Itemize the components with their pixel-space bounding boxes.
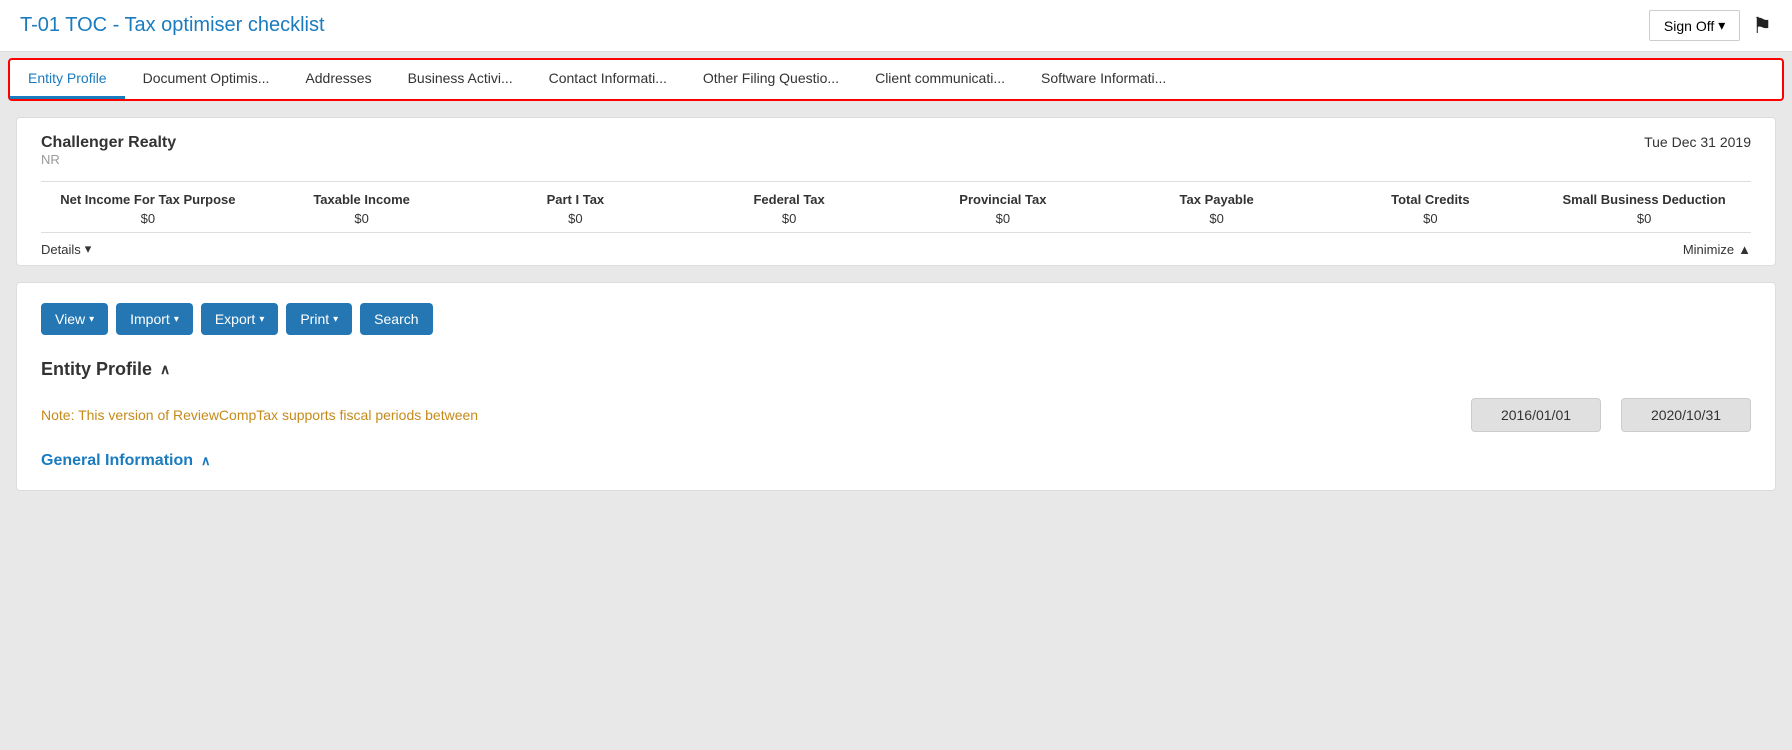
tax-col-value: $0 xyxy=(469,211,683,226)
general-info-chevron: ∧ xyxy=(201,453,211,469)
view-label: View xyxy=(55,311,85,327)
tab-entity-profile[interactable]: Entity Profile xyxy=(10,60,125,99)
tax-col-label: Provincial Tax xyxy=(896,192,1110,207)
print-caret: ▾ xyxy=(333,314,338,325)
print-label: Print xyxy=(300,311,329,327)
tax-col-label: Total Credits xyxy=(1324,192,1538,207)
minimize-label: Minimize xyxy=(1683,242,1734,257)
top-right: Sign Off ▾ ⚑ xyxy=(1649,10,1772,41)
minimize-button[interactable]: Minimize ▲ xyxy=(1683,241,1751,257)
tax-col-federal-tax: Federal Tax $0 xyxy=(682,192,896,226)
tax-col-label: Part I Tax xyxy=(469,192,683,207)
tax-col-small-business-deduction: Small Business Deduction $0 xyxy=(1537,192,1751,226)
tax-col-value: $0 xyxy=(1110,211,1324,226)
tab-business-activi[interactable]: Business Activi... xyxy=(390,60,531,99)
toolbar: View ▾ Import ▾ Export ▾ Print ▾ Search xyxy=(41,303,1751,335)
tax-col-value: $0 xyxy=(896,211,1110,226)
details-caret: ▾ xyxy=(85,241,92,257)
export-button[interactable]: Export ▾ xyxy=(201,303,279,335)
tax-col-value: $0 xyxy=(255,211,469,226)
export-label: Export xyxy=(215,311,255,327)
note-text: Note: This version of ReviewCompTax supp… xyxy=(41,407,1451,423)
entity-profile-title-text: Entity Profile xyxy=(41,359,152,380)
search-label: Search xyxy=(374,311,418,327)
tax-col-label: Taxable Income xyxy=(255,192,469,207)
content-card: View ▾ Import ▾ Export ▾ Print ▾ Search Entity P… xyxy=(16,282,1776,491)
search-button[interactable]: Search xyxy=(360,303,432,335)
summary-footer: Details ▾ Minimize ▲ xyxy=(41,232,1751,265)
import-label: Import xyxy=(130,311,170,327)
tab-client-communicati[interactable]: Client communicati... xyxy=(857,60,1023,99)
tax-col-value: $0 xyxy=(682,211,896,226)
tab-other-filing-questio[interactable]: Other Filing Questio... xyxy=(685,60,857,99)
view-button[interactable]: View ▾ xyxy=(41,303,108,335)
import-button[interactable]: Import ▾ xyxy=(116,303,193,335)
tab-addresses[interactable]: Addresses xyxy=(287,60,389,99)
summary-header: Challenger Realty NR Tue Dec 31 2019 xyxy=(41,134,1751,179)
company-subtitle: NR xyxy=(41,152,176,167)
export-caret: ▾ xyxy=(259,314,264,325)
summary-card: Challenger Realty NR Tue Dec 31 2019 Net… xyxy=(16,117,1776,266)
general-info-section-title: General Information ∧ xyxy=(41,452,1751,470)
tab-contact-informati[interactable]: Contact Informati... xyxy=(531,60,685,99)
main-content: Challenger Realty NR Tue Dec 31 2019 Net… xyxy=(0,107,1792,501)
details-button[interactable]: Details ▾ xyxy=(41,241,91,257)
app-title: T-01 TOC - Tax optimiser checklist xyxy=(20,14,325,37)
tax-col-part-i-tax: Part I Tax $0 xyxy=(469,192,683,226)
company-name: Challenger Realty xyxy=(41,134,176,152)
tax-col-taxable-income: Taxable Income $0 xyxy=(255,192,469,226)
print-button[interactable]: Print ▾ xyxy=(286,303,352,335)
tax-col-label: Small Business Deduction xyxy=(1537,192,1751,207)
summary-left: Challenger Realty NR xyxy=(41,134,176,179)
view-caret: ▾ xyxy=(89,314,94,325)
tax-col-value: $0 xyxy=(1324,211,1538,226)
sign-off-label: Sign Off xyxy=(1664,18,1714,34)
date-from-badge: 2016/01/01 xyxy=(1471,398,1601,432)
tax-summary-row: Net Income For Tax Purpose $0Taxable Inc… xyxy=(41,181,1751,226)
tab-document-optimis[interactable]: Document Optimis... xyxy=(125,60,288,99)
minimize-caret: ▲ xyxy=(1738,242,1751,257)
details-label: Details xyxy=(41,242,81,257)
sign-off-button[interactable]: Sign Off ▾ xyxy=(1649,10,1740,41)
top-bar: T-01 TOC - Tax optimiser checklist Sign … xyxy=(0,0,1792,52)
note-row: Note: This version of ReviewCompTax supp… xyxy=(41,398,1751,432)
tax-col-label: Net Income For Tax Purpose xyxy=(41,192,255,207)
tax-col-tax-payable: Tax Payable $0 xyxy=(1110,192,1324,226)
tax-col-value: $0 xyxy=(1537,211,1751,226)
import-caret: ▾ xyxy=(174,314,179,325)
tab-software-informati[interactable]: Software Informati... xyxy=(1023,60,1184,99)
tax-col-total-credits: Total Credits $0 xyxy=(1324,192,1538,226)
entity-profile-chevron: ∧ xyxy=(160,361,170,378)
summary-date: Tue Dec 31 2019 xyxy=(1644,134,1751,179)
tax-col-value: $0 xyxy=(41,211,255,226)
entity-profile-section-title: Entity Profile ∧ xyxy=(41,359,1751,380)
tax-col-provincial-tax: Provincial Tax $0 xyxy=(896,192,1110,226)
tax-col-label: Federal Tax xyxy=(682,192,896,207)
sign-off-caret: ▾ xyxy=(1718,17,1725,34)
tax-col-label: Tax Payable xyxy=(1110,192,1324,207)
general-info-title-text: General Information xyxy=(41,452,193,470)
tax-col-net-income-for-tax-purpose: Net Income For Tax Purpose $0 xyxy=(41,192,255,226)
date-to-badge: 2020/10/31 xyxy=(1621,398,1751,432)
flag-icon: ⚑ xyxy=(1752,13,1772,39)
tab-bar: Entity ProfileDocument Optimis...Address… xyxy=(8,58,1784,101)
